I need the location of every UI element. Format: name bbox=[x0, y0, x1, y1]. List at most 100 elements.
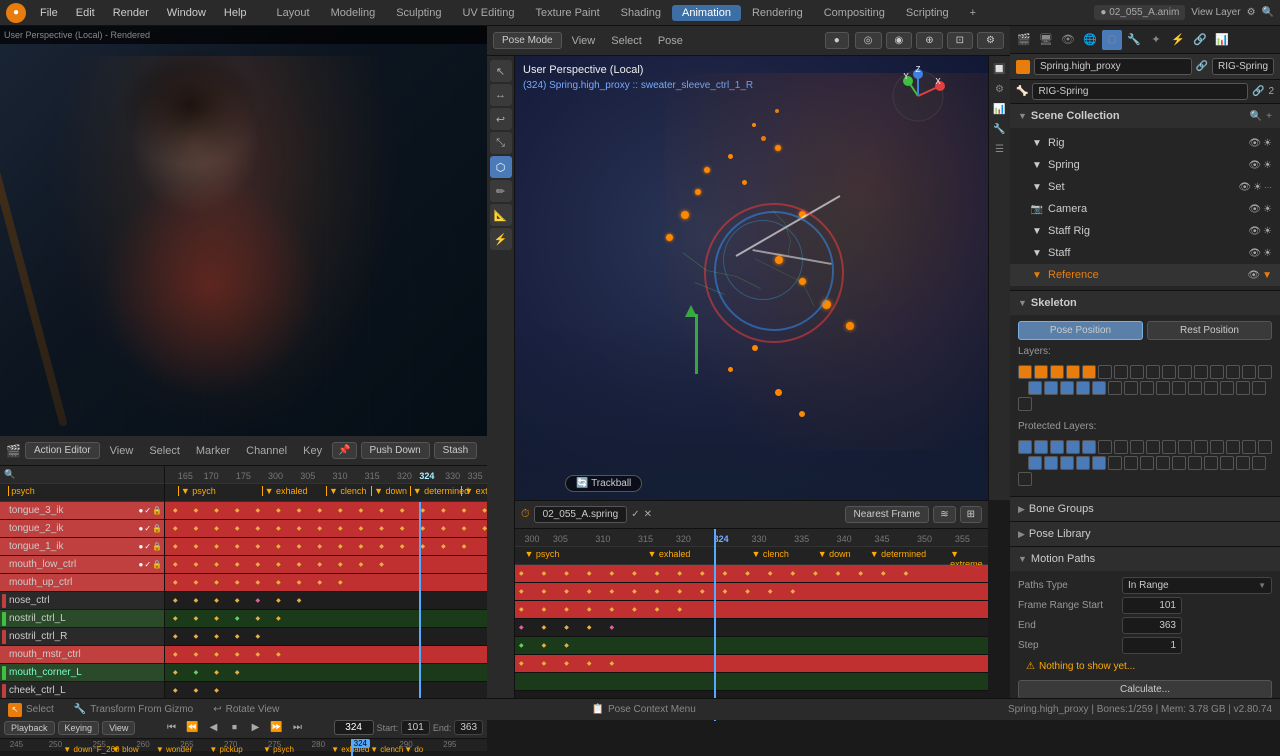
ae-view-menu[interactable]: View bbox=[104, 443, 140, 459]
view-menu-3d[interactable]: View bbox=[566, 33, 602, 49]
skeleton-header[interactable]: ▼ Skeleton bbox=[1010, 291, 1280, 315]
layer-5[interactable] bbox=[1098, 365, 1112, 379]
prot-layer-13[interactable] bbox=[1226, 440, 1240, 454]
props-icon-data[interactable]: 📊 bbox=[1212, 30, 1232, 50]
prot-layer-23[interactable] bbox=[1140, 456, 1154, 470]
next-keyframe-btn[interactable]: ⏩ bbox=[268, 719, 286, 737]
pose-position-btn[interactable]: Pose Position bbox=[1018, 321, 1143, 340]
layer-14[interactable] bbox=[1242, 365, 1256, 379]
scene-collection-header[interactable]: ▼ Scene Collection 🔍 + bbox=[1010, 104, 1280, 128]
layer-12[interactable] bbox=[1210, 365, 1224, 379]
prot-layer-9[interactable] bbox=[1162, 440, 1176, 454]
xray-toggle[interactable]: ⊡ bbox=[947, 32, 973, 49]
track-row[interactable]: tongue_2_ik●✓🔒 bbox=[0, 520, 164, 538]
push-down-btn[interactable]: Push Down bbox=[361, 442, 430, 459]
layer-2[interactable] bbox=[1050, 365, 1064, 379]
prot-layer-2[interactable] bbox=[1050, 440, 1064, 454]
side-icon-5[interactable]: ☰ bbox=[991, 140, 1009, 158]
layer-3[interactable] bbox=[1066, 365, 1080, 379]
layer-0[interactable] bbox=[1018, 365, 1032, 379]
viewport-3d-content[interactable]: User Perspective (Local) (324) Spring.hi… bbox=[515, 56, 988, 500]
shading-mode-solid[interactable]: ● bbox=[825, 32, 849, 49]
layer-23[interactable] bbox=[1140, 381, 1154, 395]
sc-item-rig[interactable]: ▼ Rig 👁 ☀ bbox=[1010, 132, 1280, 154]
layer-19[interactable] bbox=[1076, 381, 1090, 395]
collection-filter-icon[interactable]: 🔍 bbox=[1250, 111, 1262, 122]
props-icon-object[interactable]: ⬡ bbox=[1102, 30, 1122, 50]
prot-layer-20[interactable] bbox=[1092, 456, 1106, 470]
side-icon-1[interactable]: 🔲 bbox=[991, 60, 1009, 78]
prot-layer-21[interactable] bbox=[1108, 456, 1122, 470]
prot-layer-31[interactable] bbox=[1018, 472, 1032, 486]
collection-add-icon[interactable]: + bbox=[1266, 111, 1272, 122]
prot-layer-29[interactable] bbox=[1236, 456, 1250, 470]
stop-btn[interactable]: ⏹ bbox=[226, 719, 244, 737]
menu-render[interactable]: Render bbox=[105, 5, 157, 21]
select-menu-3d[interactable]: Select bbox=[605, 33, 648, 49]
bottom-ruler[interactable]: 245 250 255 260 265 270 275 280 285 290 … bbox=[0, 739, 487, 756]
snap-dropdown[interactable]: ≋ bbox=[933, 506, 955, 523]
active-object-name[interactable]: Spring.high_proxy bbox=[1034, 58, 1192, 75]
prot-layer-3[interactable] bbox=[1066, 440, 1080, 454]
tab-modeling[interactable]: Modeling bbox=[321, 5, 386, 21]
engine-selector[interactable]: ● 02_055_A.anim bbox=[1094, 5, 1185, 20]
pose-mode-dropdown[interactable]: Pose Mode bbox=[493, 32, 562, 49]
props-icon-output[interactable]: 🖥 bbox=[1036, 30, 1056, 50]
prev-keyframe-btn[interactable]: ⏪ bbox=[184, 719, 202, 737]
props-icon-view[interactable]: 👁 bbox=[1058, 30, 1078, 50]
gizmo-options[interactable]: ⚙ bbox=[977, 32, 1004, 49]
layer-1[interactable] bbox=[1034, 365, 1048, 379]
track-row[interactable]: mouth_low_ctrl●✓🔒 bbox=[0, 556, 164, 574]
layer-25[interactable] bbox=[1172, 381, 1186, 395]
layer-22[interactable] bbox=[1124, 381, 1138, 395]
ae-toggle-pin[interactable]: 📌 bbox=[332, 442, 356, 459]
tool-move[interactable]: ↔ bbox=[490, 84, 512, 106]
sc-item-spring[interactable]: ▼ Spring 👁 ☀ bbox=[1010, 154, 1280, 176]
menu-window[interactable]: Window bbox=[159, 5, 214, 21]
frame-range-dropdown[interactable]: Nearest Frame bbox=[845, 506, 930, 523]
bone-groups-header[interactable]: ▶ Bone Groups bbox=[1010, 497, 1280, 521]
prot-layer-25[interactable] bbox=[1172, 456, 1186, 470]
layer-29[interactable] bbox=[1236, 381, 1250, 395]
prot-layer-15[interactable] bbox=[1258, 440, 1272, 454]
layer-18[interactable] bbox=[1060, 381, 1074, 395]
prot-layer-11[interactable] bbox=[1194, 440, 1208, 454]
frame-range-start-input[interactable] bbox=[1122, 597, 1182, 614]
keying-dropdown[interactable]: Keying bbox=[58, 721, 100, 735]
motion-paths-header[interactable]: ▼ Motion Paths bbox=[1010, 547, 1280, 571]
layer-17[interactable] bbox=[1044, 381, 1058, 395]
prot-layer-24[interactable] bbox=[1156, 456, 1170, 470]
end-frame[interactable]: 363 bbox=[454, 720, 483, 735]
track-row[interactable]: nose_ctrl bbox=[0, 592, 164, 610]
timeline-keyframes[interactable]: 165 170 175 300 305 310 315 320 324 330 … bbox=[165, 466, 487, 716]
prot-layer-16[interactable] bbox=[1028, 456, 1042, 470]
layer-9[interactable] bbox=[1162, 365, 1176, 379]
props-icon-modifier[interactable]: 🔧 bbox=[1124, 30, 1144, 50]
viewport-gizmo[interactable]: X Y Z bbox=[888, 66, 948, 126]
track-row[interactable]: nostril_ctrl_R bbox=[0, 628, 164, 646]
view-dropdown[interactable]: View bbox=[102, 721, 135, 735]
props-icon-scene[interactable]: 🎬 bbox=[1014, 30, 1034, 50]
prot-layer-5[interactable] bbox=[1098, 440, 1112, 454]
active-rig-name[interactable]: RIG-Spring bbox=[1212, 58, 1274, 75]
sc-item-set[interactable]: ▼ Set 👁 ☀ ⋯ bbox=[1010, 176, 1280, 198]
tool-rotate[interactable]: ↩ bbox=[490, 108, 512, 130]
jump-start-btn[interactable]: ⏮ bbox=[163, 719, 181, 737]
track-row[interactable]: tongue_1_ik●✓🔒 bbox=[0, 538, 164, 556]
tool-measure[interactable]: 📐 bbox=[490, 204, 512, 226]
paths-type-dropdown[interactable]: In Range ▼ bbox=[1122, 577, 1272, 594]
play-reverse-btn[interactable]: ◀ bbox=[205, 719, 223, 737]
play-btn[interactable]: ▶ bbox=[247, 719, 265, 737]
ae-key-menu[interactable]: Key bbox=[297, 443, 328, 459]
props-icon-physics[interactable]: ⚡ bbox=[1168, 30, 1188, 50]
layer-27[interactable] bbox=[1204, 381, 1218, 395]
prot-layer-27[interactable] bbox=[1204, 456, 1218, 470]
tool-transform[interactable]: ⬡ bbox=[490, 156, 512, 178]
props-icon-world[interactable]: 🌐 bbox=[1080, 30, 1100, 50]
pose-library-header[interactable]: ▶ Pose Library bbox=[1010, 522, 1280, 546]
prot-layer-7[interactable] bbox=[1130, 440, 1144, 454]
action-name-display[interactable]: 02_055_A.spring bbox=[534, 506, 628, 523]
tab-animation[interactable]: Animation bbox=[672, 5, 741, 21]
layer-4[interactable] bbox=[1082, 365, 1096, 379]
frame-step-input[interactable] bbox=[1122, 637, 1182, 654]
